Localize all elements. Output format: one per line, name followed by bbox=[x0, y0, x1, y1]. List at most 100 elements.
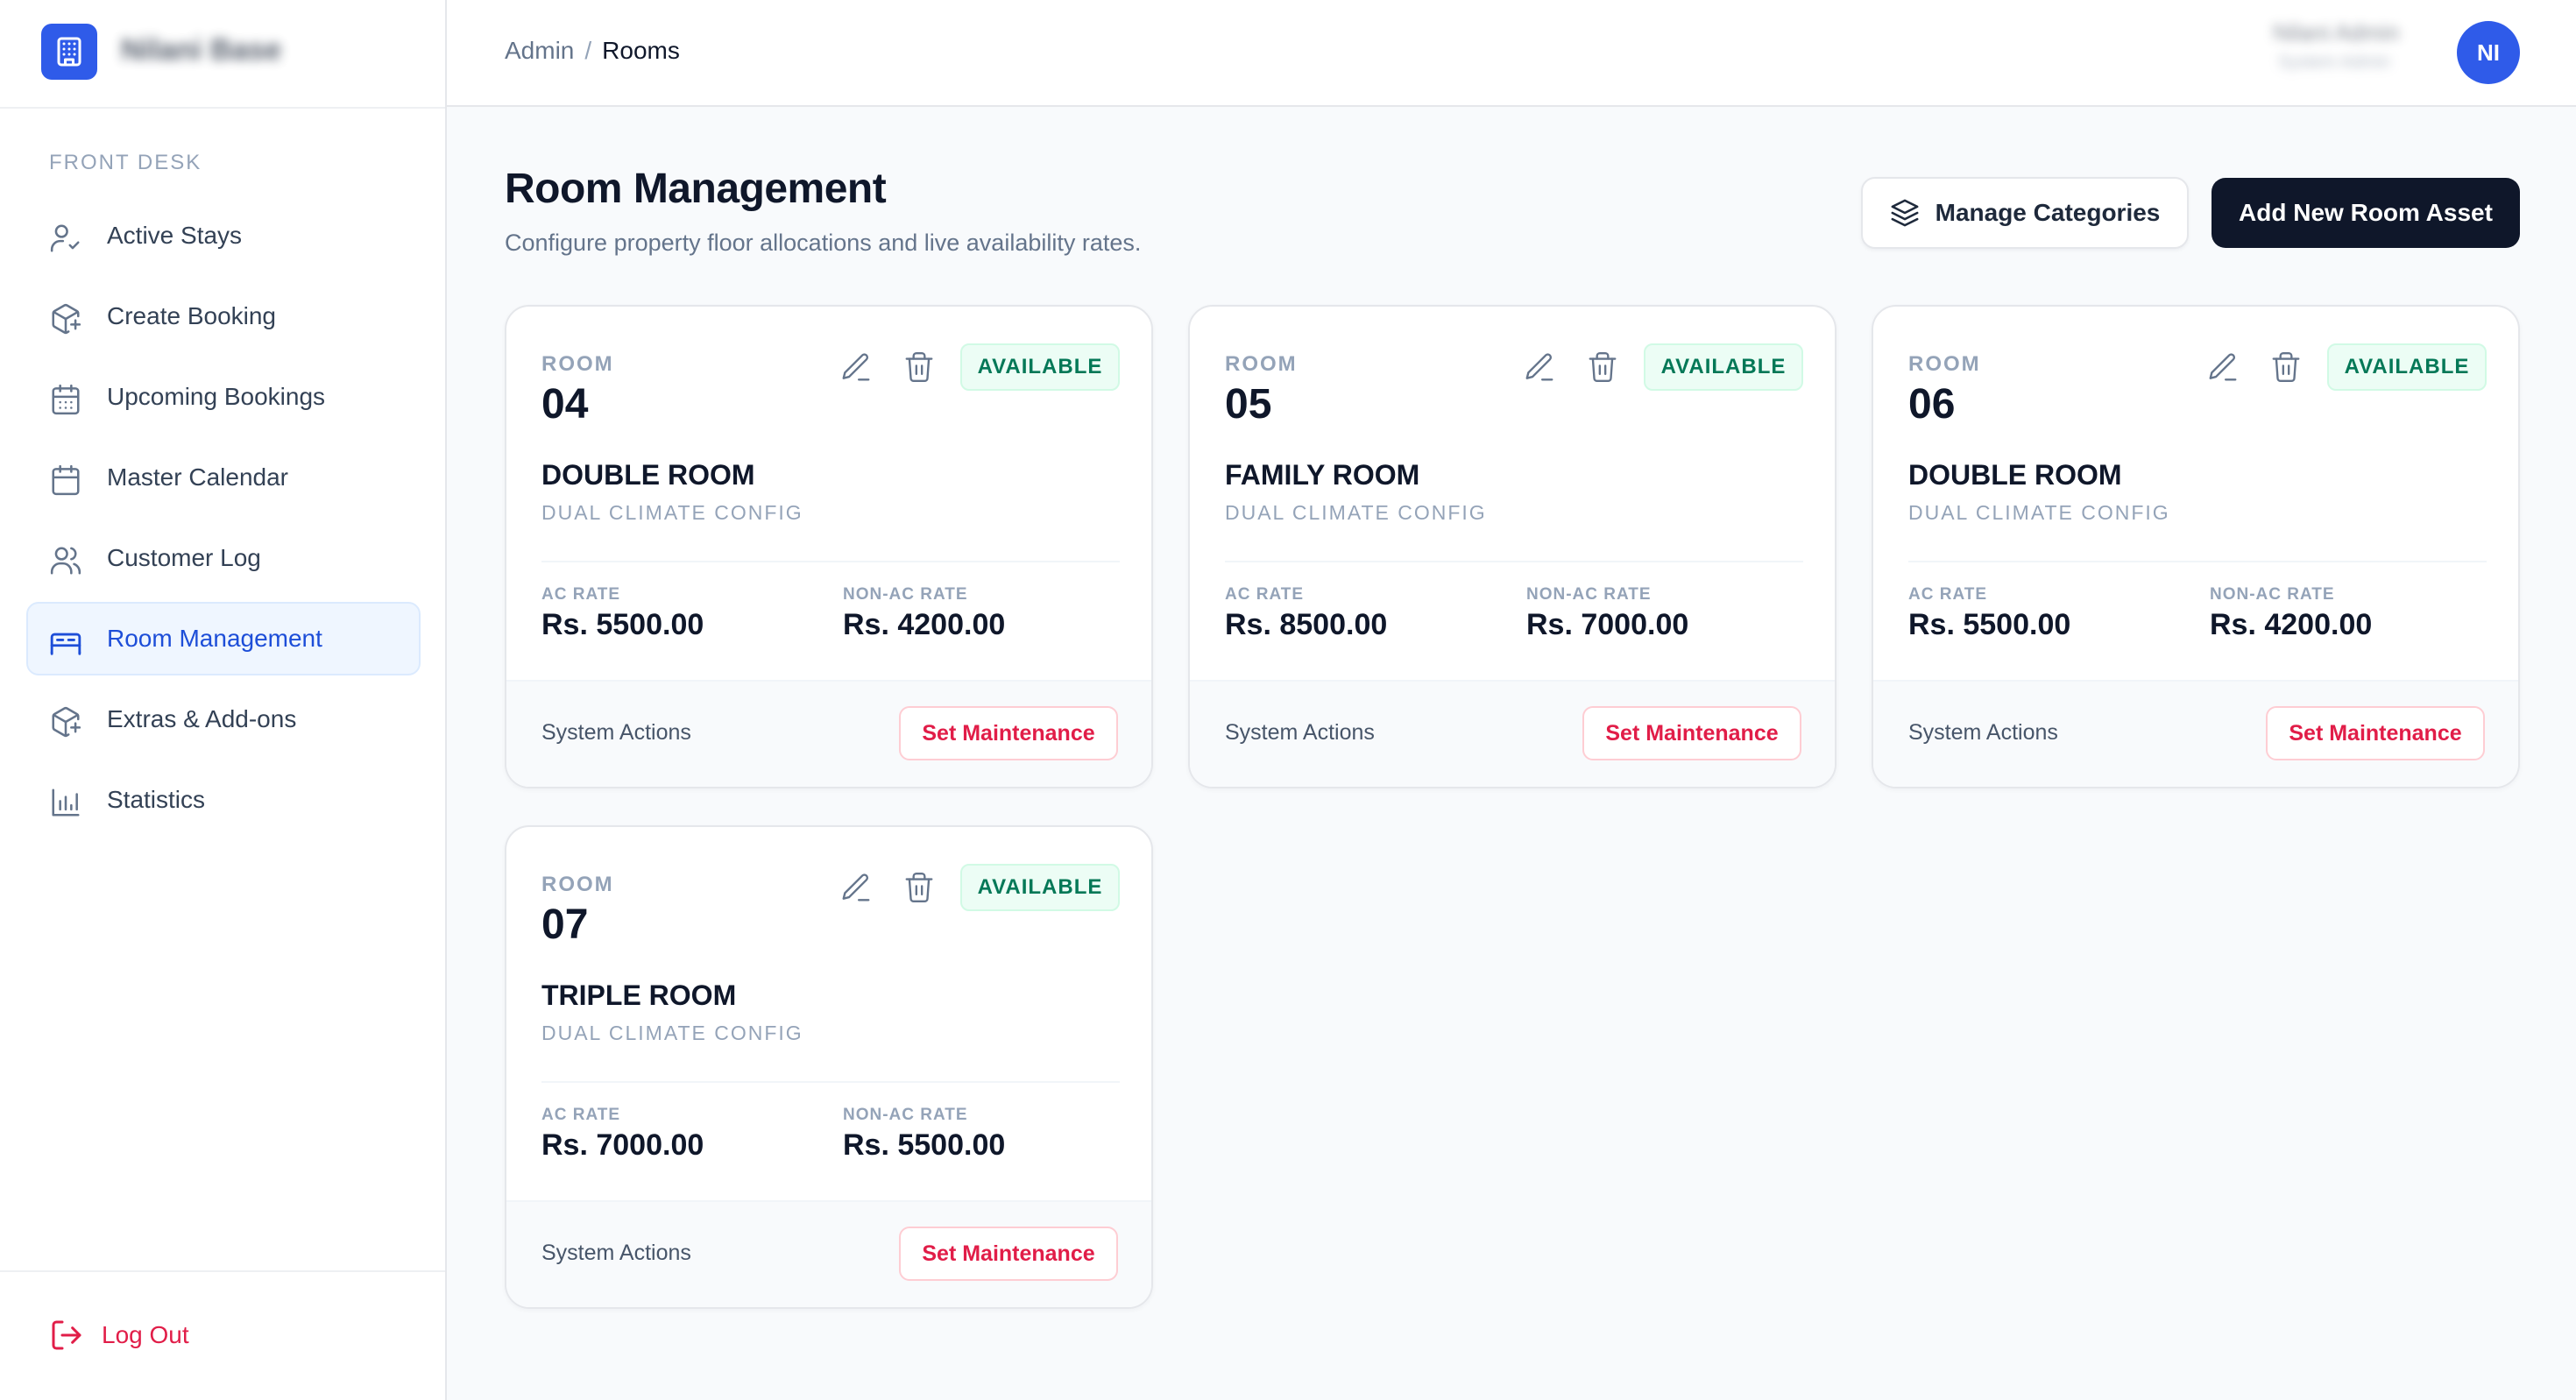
brand-name: Nilani Base bbox=[121, 33, 282, 67]
manage-categories-button[interactable]: Manage Categories bbox=[1861, 177, 2189, 249]
room-type: DOUBLE ROOM bbox=[541, 459, 755, 491]
user-name: Nilani Admin bbox=[2273, 19, 2400, 46]
sidebar-footer: Log Out bbox=[0, 1270, 445, 1400]
nonac-rate-label: NON-AC RATE bbox=[2210, 585, 2335, 604]
avatar[interactable]: NI bbox=[2457, 21, 2520, 84]
sidebar-nav: Active Stays Create Booking Upcoming Boo… bbox=[26, 199, 421, 844]
room-card: ROOM 06 AVAILABLE DOUBLE ROOM DUAL CLIMA… bbox=[1872, 305, 2520, 788]
sidebar-item-statistics[interactable]: Statistics bbox=[26, 763, 421, 837]
user-check-icon bbox=[49, 222, 82, 255]
set-maintenance-button[interactable]: Set Maintenance bbox=[899, 1227, 1118, 1281]
card-footer: System Actions Set Maintenance bbox=[1873, 680, 2518, 787]
room-config: DUAL CLIMATE CONFIG bbox=[1225, 501, 1487, 524]
top-header: Admin / Rooms Nilani Admin System Admin … bbox=[447, 0, 2576, 107]
room-type: FAMILY ROOM bbox=[1225, 459, 1420, 491]
sidebar-item-customer-log[interactable]: Customer Log bbox=[26, 521, 421, 595]
sidebar-item-extras-addons[interactable]: Extras & Add-ons bbox=[26, 682, 421, 756]
calendar-icon bbox=[49, 463, 82, 497]
divider bbox=[541, 1081, 1120, 1083]
nonac-rate-value: Rs. 7000.00 bbox=[1526, 608, 1689, 641]
manage-categories-label: Manage Categories bbox=[1935, 199, 2161, 226]
trash-icon[interactable] bbox=[902, 871, 936, 904]
bed-icon bbox=[49, 625, 82, 658]
status-badge: AVAILABLE bbox=[960, 864, 1120, 911]
room-card: ROOM 04 AVAILABLE DOUBLE ROOM DUAL CLIMA… bbox=[505, 305, 1153, 788]
system-actions-label: System Actions bbox=[1908, 720, 2058, 745]
sidebar-item-label: Active Stays bbox=[107, 222, 243, 249]
set-maintenance-button[interactable]: Set Maintenance bbox=[1582, 706, 1801, 760]
room-type: TRIPLE ROOM bbox=[541, 979, 737, 1011]
breadcrumb-current: Rooms bbox=[602, 37, 680, 64]
sidebar-item-master-calendar[interactable]: Master Calendar bbox=[26, 441, 421, 514]
breadcrumb-separator: / bbox=[584, 37, 592, 64]
set-maintenance-button[interactable]: Set Maintenance bbox=[2266, 706, 2485, 760]
room-label: ROOM bbox=[541, 873, 614, 896]
sidebar-item-create-booking[interactable]: Create Booking bbox=[26, 279, 421, 353]
room-config: DUAL CLIMATE CONFIG bbox=[1908, 501, 2170, 524]
status-badge: AVAILABLE bbox=[2327, 343, 2487, 391]
nonac-rate-label: NON-AC RATE bbox=[1526, 585, 1652, 604]
card-footer: System Actions Set Maintenance bbox=[506, 1200, 1151, 1307]
nonac-rate-label: NON-AC RATE bbox=[843, 1106, 968, 1124]
divider bbox=[541, 561, 1120, 562]
ac-rate-label: AC RATE bbox=[541, 1106, 621, 1124]
nonac-rate-value: Rs. 5500.00 bbox=[843, 1128, 1006, 1162]
brand: Nilani Base bbox=[0, 0, 445, 109]
trash-icon[interactable] bbox=[1586, 350, 1619, 384]
package-plus-icon bbox=[49, 302, 82, 336]
users-icon bbox=[49, 544, 82, 577]
sidebar-item-upcoming-bookings[interactable]: Upcoming Bookings bbox=[26, 360, 421, 434]
room-number: 06 bbox=[1908, 381, 1956, 428]
sidebar-item-label: Create Booking bbox=[107, 302, 277, 329]
user-role: System Admin bbox=[2278, 53, 2390, 72]
sidebar-item-room-management[interactable]: Room Management bbox=[26, 602, 421, 675]
logout-button[interactable]: Log Out bbox=[49, 1318, 189, 1353]
divider bbox=[1908, 561, 2487, 562]
edit-icon[interactable] bbox=[2206, 350, 2240, 384]
sidebar-item-label: Statistics bbox=[107, 786, 206, 813]
system-actions-label: System Actions bbox=[541, 1241, 691, 1265]
room-label: ROOM bbox=[1908, 352, 1981, 376]
package-plus-icon bbox=[49, 705, 82, 739]
room-number: 04 bbox=[541, 381, 589, 428]
sidebar-item-active-stays[interactable]: Active Stays bbox=[26, 199, 421, 272]
status-badge: AVAILABLE bbox=[960, 343, 1120, 391]
nonac-rate-value: Rs. 4200.00 bbox=[2210, 608, 2373, 641]
sidebar-item-label: Customer Log bbox=[107, 544, 261, 571]
sidebar-item-label: Extras & Add-ons bbox=[107, 705, 297, 732]
bar-chart-icon bbox=[49, 786, 82, 819]
edit-icon[interactable] bbox=[839, 871, 873, 904]
room-config: DUAL CLIMATE CONFIG bbox=[541, 1022, 803, 1044]
room-config: DUAL CLIMATE CONFIG bbox=[541, 501, 803, 524]
divider bbox=[1225, 561, 1803, 562]
status-badge: AVAILABLE bbox=[1644, 343, 1803, 391]
card-footer: System Actions Set Maintenance bbox=[506, 680, 1151, 787]
room-type: DOUBLE ROOM bbox=[1908, 459, 2122, 491]
calendar-days-icon bbox=[49, 383, 82, 416]
sidebar-item-label: Room Management bbox=[107, 625, 322, 652]
nonac-rate-value: Rs. 4200.00 bbox=[843, 608, 1006, 641]
add-room-button[interactable]: Add New Room Asset bbox=[2212, 178, 2520, 248]
trash-icon[interactable] bbox=[2269, 350, 2303, 384]
page-subtitle: Configure property floor allocations and… bbox=[505, 230, 1142, 256]
set-maintenance-button[interactable]: Set Maintenance bbox=[899, 706, 1118, 760]
ac-rate-value: Rs. 8500.00 bbox=[1225, 608, 1388, 641]
ac-rate-value: Rs. 5500.00 bbox=[541, 608, 704, 641]
sidebar-item-label: Master Calendar bbox=[107, 463, 288, 491]
trash-icon[interactable] bbox=[902, 350, 936, 384]
sidebar-item-label: Upcoming Bookings bbox=[107, 383, 326, 410]
edit-icon[interactable] bbox=[1523, 350, 1556, 384]
nav-section-label: FRONT DESK bbox=[49, 151, 202, 174]
ac-rate-value: Rs. 7000.00 bbox=[541, 1128, 704, 1162]
edit-icon[interactable] bbox=[839, 350, 873, 384]
ac-rate-label: AC RATE bbox=[1908, 585, 1988, 604]
card-footer: System Actions Set Maintenance bbox=[1190, 680, 1835, 787]
room-number: 07 bbox=[541, 902, 589, 948]
page-title: Room Management bbox=[505, 166, 887, 212]
layers-icon bbox=[1890, 198, 1920, 228]
room-label: ROOM bbox=[1225, 352, 1298, 376]
breadcrumb: Admin / Rooms bbox=[505, 37, 680, 65]
logout-label: Log Out bbox=[102, 1321, 189, 1348]
breadcrumb-admin[interactable]: Admin bbox=[505, 37, 574, 65]
building-icon[interactable] bbox=[41, 24, 97, 80]
